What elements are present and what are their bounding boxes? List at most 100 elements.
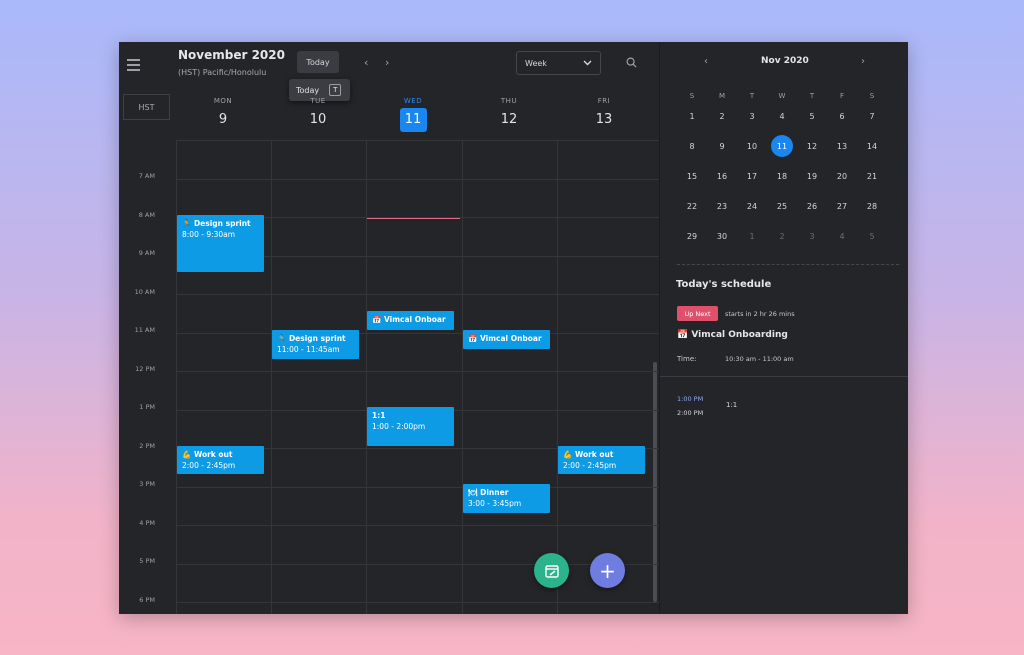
add-event-button[interactable]: + bbox=[590, 553, 625, 588]
upcoming-event-title[interactable]: 📅 Vimcal Onboarding bbox=[677, 330, 788, 340]
week-grid[interactable]: 7 AM 8 AM 9 AM 10 AM 11 AM 12 PM 1 PM 2 PM 3 PM 4… bbox=[119, 140, 659, 614]
mini-calendar-day[interactable]: 16 bbox=[711, 165, 733, 187]
weekday-label: S bbox=[689, 92, 695, 100]
weekday-label: M bbox=[718, 92, 726, 100]
scrollbar[interactable] bbox=[653, 362, 657, 602]
event-block[interactable]: 🍽 Dinner 3:00 - 3:45pm bbox=[463, 484, 550, 513]
mini-calendar-day[interactable]: 21 bbox=[861, 165, 883, 187]
mini-calendar-day[interactable]: 28 bbox=[861, 195, 883, 217]
day-name: WED bbox=[403, 97, 423, 105]
next-week-icon[interactable]: › bbox=[385, 56, 389, 69]
day-header-mon[interactable]: MON 9 bbox=[176, 97, 270, 127]
mini-calendar-day[interactable]: 1 bbox=[681, 105, 703, 127]
mini-calendar-day[interactable]: 5 bbox=[801, 105, 823, 127]
view-select-value: Week bbox=[525, 58, 547, 68]
plus-icon: + bbox=[599, 558, 616, 583]
search-icon[interactable] bbox=[626, 57, 637, 68]
mini-calendar-day[interactable]: 24 bbox=[741, 195, 763, 217]
mini-calendar-day[interactable]: 4 bbox=[831, 225, 853, 247]
mini-calendar-day[interactable]: 22 bbox=[681, 195, 703, 217]
event-time: 2:00 - 2:45pm bbox=[182, 460, 236, 470]
time-label: 10 AM bbox=[134, 287, 155, 296]
mini-calendar-day[interactable]: 27 bbox=[831, 195, 853, 217]
mini-calendar-day[interactable]: 12 bbox=[801, 135, 823, 157]
event-block[interactable]: 📅 Vimcal Onboar bbox=[463, 330, 550, 350]
day-header-thu[interactable]: THU 12 bbox=[462, 97, 556, 127]
day-column-line bbox=[557, 140, 558, 614]
mini-calendar-day[interactable]: 10 bbox=[741, 135, 763, 157]
up-next-badge: Up Next bbox=[677, 306, 718, 321]
prev-week-icon[interactable]: ‹ bbox=[364, 56, 368, 69]
mini-calendar-day[interactable]: 4 bbox=[771, 105, 793, 127]
day-header-tue[interactable]: TUE 10 bbox=[271, 97, 365, 127]
mini-calendar-day[interactable]: 2 bbox=[771, 225, 793, 247]
hour-line bbox=[176, 140, 659, 141]
mini-prev-month-icon[interactable]: ‹ bbox=[704, 56, 708, 67]
mini-calendar-day[interactable]: 20 bbox=[831, 165, 853, 187]
month-title: November 2020 bbox=[178, 48, 285, 62]
mini-calendar-day[interactable]: 3 bbox=[801, 225, 823, 247]
hour-line bbox=[176, 563, 659, 565]
mini-calendar-day[interactable]: 17 bbox=[741, 165, 763, 187]
chevron-down-icon bbox=[583, 60, 592, 66]
time-label: Time: bbox=[677, 355, 697, 363]
event-block[interactable]: 📅 Vimcal Onboar bbox=[367, 310, 454, 330]
agenda-event-title[interactable]: 1:1 bbox=[726, 401, 737, 409]
mini-calendar-day[interactable]: 14 bbox=[861, 135, 883, 157]
mini-calendar-day[interactable]: 26 bbox=[801, 195, 823, 217]
mini-calendar-day[interactable]: 8 bbox=[681, 135, 703, 157]
compose-button[interactable] bbox=[534, 553, 569, 588]
mini-calendar-day[interactable]: 1 bbox=[741, 225, 763, 247]
event-block[interactable]: 💪 Work out 2:00 - 2:45pm bbox=[177, 445, 264, 475]
day-name: THU bbox=[500, 97, 518, 105]
tooltip-shortcut-key: T bbox=[329, 84, 342, 96]
event-time: 11:00 - 11:45am bbox=[277, 345, 340, 354]
day-column-line bbox=[176, 140, 177, 614]
mini-calendar-day[interactable]: 15 bbox=[681, 165, 703, 187]
time-label: 11 AM bbox=[134, 326, 155, 334]
day-header-fri[interactable]: FRI 13 bbox=[557, 97, 651, 127]
timezone-label: (HST) Pacific/Honolulu bbox=[178, 68, 267, 77]
event-time: 8:00 - 9:30am bbox=[182, 229, 236, 239]
hour-line bbox=[176, 178, 659, 180]
day-column-line bbox=[462, 140, 463, 614]
event-block[interactable]: 🏃 Design sprint 11:00 - 11:45am bbox=[272, 330, 359, 359]
event-title: 🍽 Dinner bbox=[468, 488, 509, 497]
time-label: 5 PM bbox=[139, 557, 155, 565]
mini-calendar-day[interactable]: 19 bbox=[801, 165, 823, 187]
mini-next-month-icon[interactable]: › bbox=[861, 56, 865, 67]
event-title: 🏃 Design sprint bbox=[182, 218, 251, 228]
mini-calendar-day[interactable]: 23 bbox=[711, 195, 733, 217]
day-number: 9 bbox=[218, 112, 228, 127]
mini-calendar-day[interactable]: 2 bbox=[711, 105, 733, 127]
mini-calendar-day[interactable]: 30 bbox=[711, 225, 733, 247]
hour-line bbox=[176, 486, 659, 488]
mini-calendar-day[interactable]: 11 bbox=[771, 135, 793, 157]
event-block[interactable]: 🏃 Design sprint 8:00 - 9:30am bbox=[177, 214, 264, 273]
mini-calendar-day[interactable]: 9 bbox=[711, 135, 733, 157]
menu-icon[interactable] bbox=[127, 59, 140, 74]
event-title: 📅 Vimcal Onboar bbox=[372, 314, 446, 324]
event-block[interactable]: 1:1 1:00 - 2:00pm bbox=[367, 407, 454, 446]
mini-calendar-day[interactable]: 25 bbox=[771, 195, 793, 217]
mini-calendar-day[interactable]: 3 bbox=[741, 105, 763, 127]
event-block[interactable]: 💪 Work out 2:00 - 2:45pm bbox=[558, 445, 645, 475]
mini-calendar-day[interactable]: 5 bbox=[861, 225, 883, 247]
event-time: 1:00 - 2:00pm bbox=[372, 422, 426, 431]
hour-line bbox=[176, 371, 659, 372]
day-number: 12 bbox=[500, 112, 518, 127]
day-name: FRI bbox=[597, 97, 611, 105]
day-name: TUE bbox=[310, 97, 326, 105]
weekday-label: S bbox=[869, 92, 875, 100]
today-button[interactable]: Today bbox=[297, 51, 339, 73]
day-column-line bbox=[366, 140, 367, 614]
view-select[interactable]: Week bbox=[516, 51, 601, 75]
mini-calendar-day[interactable]: 7 bbox=[861, 105, 883, 127]
day-header-wed[interactable]: WED 11 bbox=[366, 97, 460, 132]
mini-calendar-day[interactable]: 13 bbox=[831, 135, 853, 157]
mini-calendar-day[interactable]: 29 bbox=[681, 225, 703, 247]
hour-line bbox=[176, 525, 659, 526]
mini-calendar-day[interactable]: 6 bbox=[831, 105, 853, 127]
mini-calendar-day[interactable]: 18 bbox=[771, 165, 793, 187]
timezone-box[interactable]: HST bbox=[123, 94, 170, 120]
